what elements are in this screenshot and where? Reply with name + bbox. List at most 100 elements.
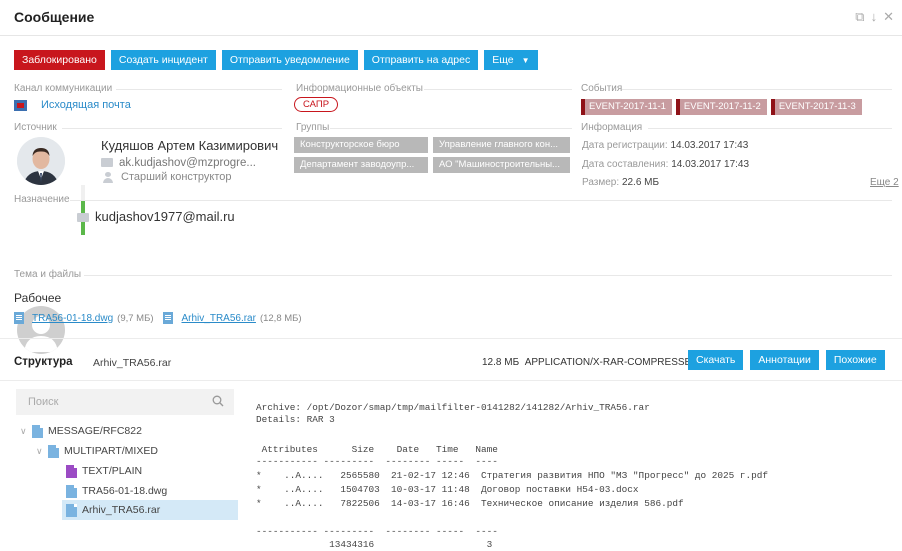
source-email-row: ak.kudjashov@mzprogre... bbox=[101, 157, 256, 169]
divider bbox=[0, 380, 902, 381]
subject-value: Рабочее bbox=[14, 291, 62, 305]
more-info-link[interactable]: Еще 2 bbox=[870, 177, 899, 188]
arrow-down-icon[interactable]: ↓ bbox=[871, 9, 878, 25]
page-title: Сообщение bbox=[14, 9, 95, 25]
listing-row: * ..A.... 1504703 10-03-17 11:48 Договор… bbox=[256, 484, 639, 495]
event-badge[interactable]: EVENT-2017-11-1 bbox=[581, 99, 672, 115]
info-object-tag[interactable]: САПР bbox=[294, 97, 339, 112]
source-position: Старший конструктор bbox=[121, 171, 232, 183]
tree-item-rar[interactable]: Arhiv_TRA56.rar bbox=[62, 500, 238, 520]
divider bbox=[330, 128, 572, 129]
channel-section-label: Канал коммуникации bbox=[14, 83, 113, 94]
tree-item-message[interactable]: ∨ MESSAGE/RFC822 bbox=[20, 421, 234, 441]
groups-row-2: Департамент заводоупр... АО "Машинострои… bbox=[294, 157, 570, 173]
send-notification-button[interactable]: Отправить уведомление bbox=[221, 50, 358, 70]
file-size: (12,8 МБ) bbox=[259, 312, 302, 324]
file-icon bbox=[32, 424, 43, 438]
search-input[interactable]: Поиск bbox=[16, 389, 234, 415]
toolbar: Заблокировано Создать инцидент Отправить… bbox=[14, 50, 538, 70]
source-email: ak.kudjashov@mzprogre... bbox=[119, 157, 256, 169]
group-badge[interactable]: Департамент заводоупр... bbox=[294, 157, 428, 173]
event-badge[interactable]: EVENT-2017-11-2 bbox=[675, 99, 767, 115]
tree-item-label: Arhiv_TRA56.rar bbox=[82, 504, 161, 516]
chevron-down-icon[interactable]: ∨ bbox=[20, 421, 32, 441]
blocked-button[interactable]: Заблокировано bbox=[14, 50, 105, 70]
destination-email-row: kudjashov1977@mail.ru bbox=[77, 209, 235, 224]
divider bbox=[116, 89, 282, 90]
header-divider bbox=[0, 35, 902, 36]
text-file-icon bbox=[66, 464, 77, 478]
close-icon[interactable]: ✕ bbox=[883, 9, 894, 25]
file-icon bbox=[48, 444, 59, 458]
person-icon bbox=[103, 171, 113, 183]
tree-item-label: MULTIPART/MIXED bbox=[64, 445, 158, 457]
size-row: Размер: 22.6 МБ bbox=[582, 177, 659, 188]
listing-separator: ----------- --------- -------- ----- ---… bbox=[256, 456, 498, 467]
more-button[interactable]: Еще ▼ bbox=[484, 50, 538, 70]
mail-icon bbox=[101, 158, 113, 168]
events-list: EVENT-2017-11-1 EVENT-2017-11-2 EVENT-20… bbox=[581, 99, 862, 115]
window-icon[interactable]: ⧉ bbox=[855, 9, 864, 25]
tree-item-label: TRA56-01-18.dwg bbox=[82, 485, 168, 497]
file-icon bbox=[66, 484, 77, 498]
subject-section-label: Тема и файлы bbox=[14, 269, 82, 280]
search-placeholder: Поиск bbox=[28, 396, 59, 408]
reg-date-row: Дата регистрации: 14.03.2017 17:43 bbox=[582, 140, 748, 151]
download-button[interactable]: Скачать bbox=[688, 350, 744, 370]
event-badge[interactable]: EVENT-2017-11-3 bbox=[770, 99, 862, 115]
window-controls: ⧉ ↓ ✕ bbox=[855, 9, 894, 25]
destination-section-label: Назначение bbox=[14, 194, 70, 205]
listing-row: * ..A.... 2565580 21-02-17 12:46 Стратег… bbox=[256, 470, 768, 481]
tree-item-label: TEXT/PLAIN bbox=[82, 465, 143, 477]
archive-icon bbox=[66, 503, 77, 517]
person-photo-icon bbox=[17, 137, 65, 185]
file-icon bbox=[163, 312, 174, 324]
file-size: (9,7 МБ) bbox=[117, 312, 154, 324]
reg-date-label: Дата регистрации: bbox=[582, 140, 668, 151]
file-link[interactable]: Arhiv_TRA56.rar bbox=[181, 313, 255, 324]
source-section-label: Источник bbox=[14, 122, 57, 133]
structure-file: Arhiv_TRA56.rar bbox=[93, 357, 172, 369]
divider bbox=[84, 275, 892, 276]
destination-email: kudjashov1977@mail.ru bbox=[95, 209, 235, 224]
chevron-down-icon: ▼ bbox=[521, 56, 530, 65]
archive-details: Details: RAR 3 bbox=[256, 414, 335, 425]
create-incident-button[interactable]: Создать инцидент bbox=[110, 50, 216, 70]
archive-path: Archive: /opt/Dozor/smap/tmp/mailfilter-… bbox=[256, 402, 650, 413]
divider bbox=[622, 89, 892, 90]
tree-item-dwg[interactable]: TRA56-01-18.dwg bbox=[66, 481, 234, 501]
annotations-button[interactable]: Аннотации bbox=[750, 350, 819, 370]
send-to-address-button[interactable]: Отправить на адрес bbox=[363, 50, 479, 70]
search-icon[interactable] bbox=[212, 395, 224, 407]
group-badge[interactable]: АО "Машиностроительны... bbox=[433, 157, 570, 173]
tree-item-multipart[interactable]: ∨ MULTIPART/MIXED bbox=[36, 441, 234, 461]
source-avatar[interactable] bbox=[17, 137, 65, 185]
groups-section-label: Группы bbox=[296, 122, 330, 133]
more-label: Еще bbox=[492, 54, 514, 66]
source-position-row: Старший конструктор bbox=[103, 171, 232, 183]
listing-row: * ..A.... 7822506 14-03-17 16:46 Техниче… bbox=[256, 498, 684, 509]
divider bbox=[70, 200, 892, 201]
tree-item-text-plain[interactable]: TEXT/PLAIN bbox=[66, 461, 234, 481]
group-badge[interactable]: Конструкторское бюро bbox=[294, 137, 428, 153]
similar-button[interactable]: Похожие bbox=[825, 350, 885, 370]
size-label: Размер: bbox=[582, 177, 620, 188]
comp-date-row: Дата составления: 14.03.2017 17:43 bbox=[582, 159, 749, 170]
reg-date-value: 14.03.2017 17:43 bbox=[670, 140, 749, 151]
file-link[interactable]: TRA56-01-18.dwg bbox=[32, 313, 113, 324]
structure-actions: Скачать Аннотации Похожие bbox=[688, 350, 885, 370]
structure-title: Структура bbox=[14, 356, 73, 368]
listing-header: Attributes Size Date Time Name bbox=[256, 444, 498, 455]
divider bbox=[0, 338, 902, 339]
listing-total: 13434316 3 bbox=[256, 539, 493, 550]
group-badge[interactable]: Управление главного кон... bbox=[433, 137, 570, 153]
chevron-down-icon[interactable]: ∨ bbox=[36, 441, 48, 461]
events-section-label: События bbox=[581, 83, 623, 94]
divider bbox=[62, 128, 282, 129]
groups-row-1: Конструкторское бюро Управление главного… bbox=[294, 137, 570, 153]
channel-link[interactable]: Исходящая почта bbox=[41, 99, 131, 111]
file-icon bbox=[14, 312, 24, 324]
file-list: TRA56-01-18.dwg (9,7 МБ) Arhiv_TRA56.rar… bbox=[14, 312, 302, 324]
source-name: Кудяшов Артем Казимирович bbox=[101, 138, 279, 153]
mail-icon bbox=[77, 213, 89, 223]
